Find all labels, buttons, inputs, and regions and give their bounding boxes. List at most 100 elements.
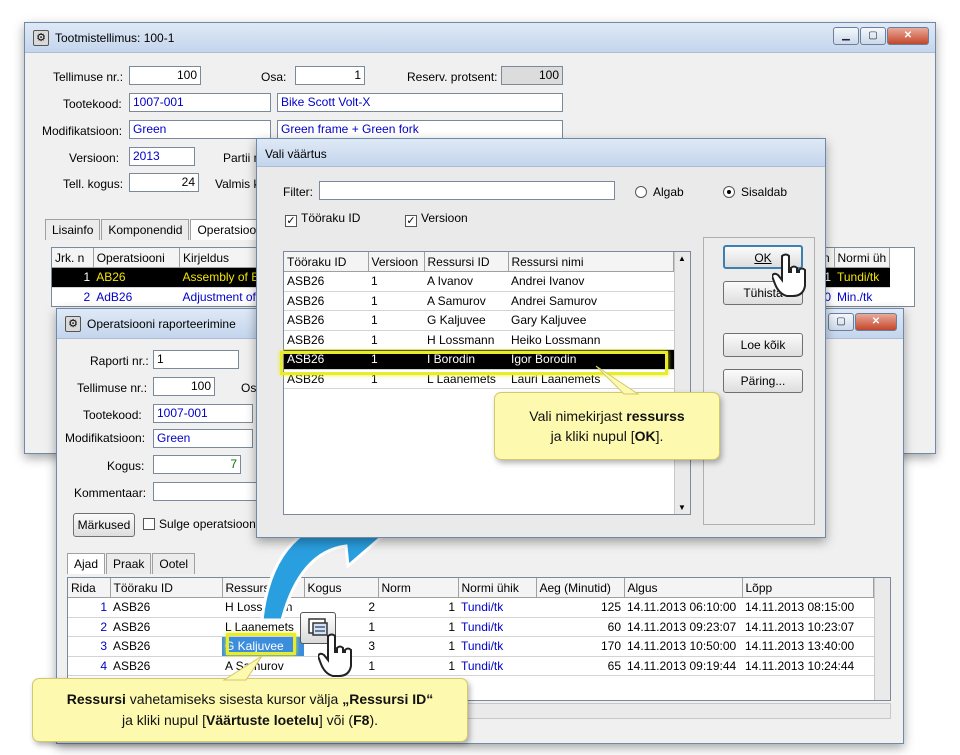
- callout-pointer: [595, 365, 640, 395]
- window-title: Tootmistellimus: 100-1: [55, 31, 175, 45]
- tab-additional-info[interactable]: Lisainfo: [45, 219, 101, 240]
- col-header-time[interactable]: Aeg (Minutid): [536, 578, 625, 598]
- part-label: Osa:: [261, 70, 287, 84]
- col-header-resource-id[interactable]: Ressursi ID: [424, 252, 509, 272]
- product-code-field[interactable]: 1007-001: [129, 93, 271, 112]
- close-operation-checkbox[interactable]: Sulge operatsioon: [143, 517, 256, 531]
- col-header[interactable]: Normi üh: [834, 248, 891, 268]
- minimize-button[interactable]: ▁: [833, 27, 859, 45]
- table-row[interactable]: 1 Tundi/tk: [820, 267, 890, 288]
- grid-scrollbar[interactable]: [874, 578, 890, 700]
- comment-field[interactable]: [153, 482, 259, 501]
- comment-label: Kommentaar:: [74, 486, 147, 500]
- maximize-button[interactable]: ▢: [828, 313, 854, 331]
- tab-waiting[interactable]: Ootel: [152, 553, 196, 574]
- tab-components[interactable]: Komponendid: [101, 219, 190, 240]
- notes-button[interactable]: Märkused: [73, 513, 135, 537]
- radio-starts[interactable]: Algab: [635, 185, 684, 199]
- order-nr-field[interactable]: 100: [153, 377, 215, 396]
- tab-times[interactable]: Ajad: [67, 553, 106, 574]
- cell: ASB26: [110, 617, 222, 637]
- modification-field[interactable]: Green: [153, 429, 253, 448]
- scroll-up-icon[interactable]: ▲: [678, 254, 686, 263]
- list-item[interactable]: ASB26 1 H Lossmann Heiko Lossmann: [284, 330, 674, 350]
- version-checkbox[interactable]: ✓ Versioon: [405, 211, 468, 227]
- quantity-field[interactable]: 24: [129, 173, 199, 192]
- modification-field[interactable]: Green: [129, 120, 271, 139]
- col-header-version[interactable]: Versioon: [368, 252, 425, 272]
- table-row[interactable]: 4 ASB26 A Samurov 1 1 Tundi/tk 65 14.11.…: [68, 656, 874, 676]
- product-name-field[interactable]: Bike Scott Volt-X: [277, 93, 563, 112]
- col-header-start[interactable]: Algus: [624, 578, 743, 598]
- load-all-button[interactable]: Loe kõik: [723, 333, 803, 357]
- cell: 1: [368, 330, 424, 350]
- callout-select-resource: Vali nimekirjast ressurss ja kliki nupul…: [494, 392, 720, 460]
- checkbox-box[interactable]: ✓: [405, 215, 417, 227]
- filter-label: Filter:: [283, 185, 313, 199]
- version-field[interactable]: 2013: [129, 147, 195, 166]
- col-header-rida[interactable]: Rida: [68, 578, 111, 598]
- operations-grid[interactable]: Jrk. n Operatsiooni Kirjeldus 1 AB26 Ass…: [51, 247, 261, 307]
- report-nr-field[interactable]: 1: [153, 350, 239, 369]
- cell: 14.11.2013 06:10:00: [624, 597, 742, 618]
- list-item[interactable]: ASB26 1 A Samurov Andrei Samurov: [284, 291, 674, 311]
- quantity-label: Tell. kogus:: [63, 177, 124, 191]
- callout-bold: OK: [634, 428, 656, 444]
- col-header[interactable]: Kirjeldus: [179, 248, 260, 268]
- table-row[interactable]: 2 AdB26 Adjustment of Bike: [52, 287, 260, 306]
- tab-scrap[interactable]: Praak: [106, 553, 152, 574]
- filter-input[interactable]: [319, 181, 615, 200]
- table-row[interactable]: 2 ASB26 L Laanemets 1 1 Tundi/tk 60 14.1…: [68, 617, 874, 637]
- radio-button[interactable]: [723, 186, 735, 198]
- cell: Tundi/tk: [458, 617, 536, 637]
- cell: Andrei Samurov: [508, 291, 674, 311]
- cell: 4: [68, 656, 110, 676]
- cell: G Kaljuvee: [424, 310, 508, 331]
- list-scrollbar[interactable]: ▲ ▼: [674, 252, 690, 514]
- workcell-checkbox[interactable]: ✓ Tööraku ID: [285, 211, 360, 227]
- part-field[interactable]: 1: [295, 66, 365, 85]
- query-button[interactable]: Päring...: [723, 369, 803, 393]
- order-nr-label: Tellimuse nr.:: [77, 381, 148, 395]
- workcell-checkbox-label: Tööraku ID: [301, 211, 361, 225]
- table-row[interactable]: 3 ASB26 G Kaljuvee 3 1 Tundi/tk 170 14.1…: [68, 636, 874, 657]
- callout-text: ja kliki nupul [: [550, 428, 635, 444]
- col-header-resource-name[interactable]: Ressursi nimi: [508, 252, 674, 272]
- value-dialog-titlebar[interactable]: Vali väärtus: [257, 139, 825, 167]
- list-item[interactable]: ASB26 1 A Ivanov Andrei Ivanov: [284, 271, 674, 292]
- radio-contains[interactable]: Sisaldab: [723, 185, 787, 199]
- hand-cursor-icon: [318, 633, 352, 677]
- production-order-titlebar[interactable]: ⚙ Tootmistellimus: 100-1 ▁ ▢ ✕: [25, 23, 935, 53]
- callout-text: vahetamiseks sisesta kursor välja: [125, 691, 343, 707]
- cell: A Ivanov: [424, 271, 508, 292]
- order-nr-field[interactable]: 100: [129, 66, 201, 85]
- list-item[interactable]: ASB26 1 G Kaljuvee Gary Kaljuvee: [284, 310, 674, 331]
- radio-button[interactable]: [635, 186, 647, 198]
- col-header-workcell[interactable]: Tööraku ID: [110, 578, 223, 598]
- callout-bold: ressurss: [626, 408, 685, 424]
- col-header[interactable]: Operatsiooni: [93, 248, 181, 268]
- operations-grid-right[interactable]: n Normi üh 1 Tundi/tk 0 Min./tk: [819, 247, 915, 307]
- cell: 1: [68, 597, 110, 618]
- col-header-norm-unit[interactable]: Normi ühik: [458, 578, 537, 598]
- quantity-field[interactable]: 7: [153, 455, 241, 474]
- callout-text: Vali nimekirjast: [529, 408, 627, 424]
- close-button[interactable]: ✕: [855, 313, 897, 331]
- product-code-field[interactable]: 1007-001: [153, 404, 253, 423]
- cell: 3: [68, 636, 110, 657]
- col-header-end[interactable]: Lõpp: [742, 578, 874, 598]
- modification-desc-field[interactable]: Green frame + Green fork: [277, 120, 563, 139]
- checkbox-box[interactable]: [143, 518, 155, 530]
- close-button[interactable]: ✕: [887, 27, 929, 45]
- table-row[interactable]: 1 AB26 Assembly of Bikes: [52, 267, 260, 288]
- scroll-down-icon[interactable]: ▼: [678, 503, 686, 512]
- cell: 14.11.2013 08:15:00: [742, 597, 874, 618]
- checkbox-box[interactable]: ✓: [285, 215, 297, 227]
- maximize-button[interactable]: ▢: [860, 27, 886, 45]
- table-row[interactable]: 0 Min./tk: [820, 287, 890, 306]
- col-header-workcell[interactable]: Tööraku ID: [284, 252, 369, 272]
- table-row[interactable]: 1 ASB26 H Lossmann 2 1 Tundi/tk 125 14.1…: [68, 597, 874, 618]
- quantity-label: Kogus:: [107, 459, 145, 473]
- reserve-percent-label: Reserv. protsent:: [407, 70, 498, 84]
- col-header[interactable]: Jrk. n: [52, 248, 94, 268]
